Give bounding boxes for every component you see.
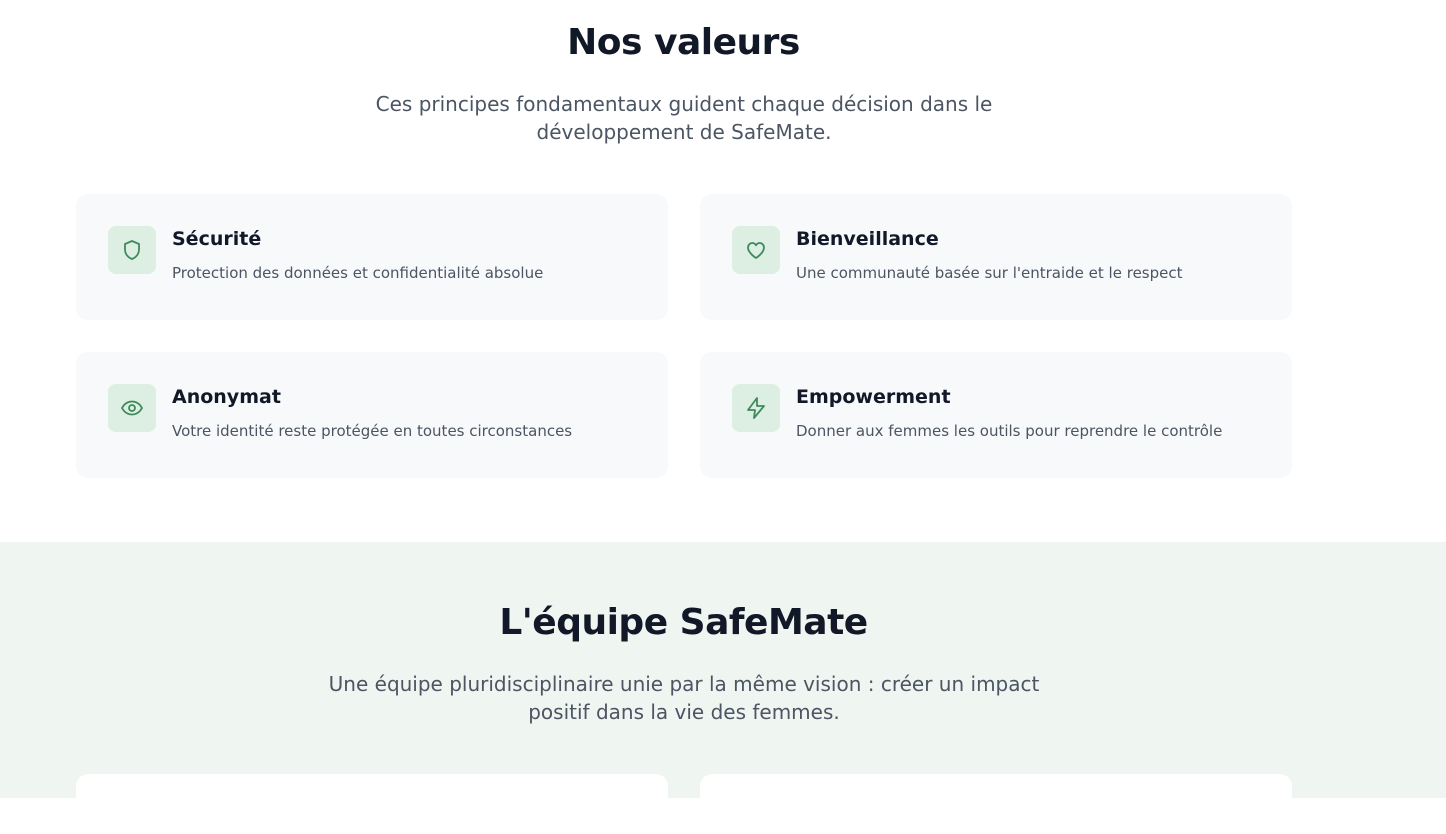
value-card-description: Votre identité reste protégée en toutes … <box>172 422 573 440</box>
value-card-description: Une communauté basée sur l'entraide et l… <box>796 264 1183 282</box>
team-section: L'équipe SafeMate Une équipe pluridiscip… <box>0 542 1446 834</box>
team-member-card <box>76 774 668 834</box>
value-card-bienveillance: Bienveillance Une communauté basée sur l… <box>700 194 1292 320</box>
values-section: Nos valeurs Ces principes fondamentaux g… <box>0 0 1446 542</box>
value-card-anonymat: Anonymat Votre identité reste protégée e… <box>76 352 668 478</box>
lightning-icon <box>732 384 780 432</box>
value-card-description: Donner aux femmes les outils pour repren… <box>796 422 1223 440</box>
value-card-title: Sécurité <box>172 228 262 250</box>
values-title: Nos valeurs <box>567 22 800 63</box>
value-card-title: Bienveillance <box>796 228 939 250</box>
eye-icon <box>108 384 156 432</box>
team-member-card <box>700 774 1292 834</box>
value-card-securite: Sécurité Protection des données et confi… <box>76 194 668 320</box>
value-card-title: Anonymat <box>172 386 281 408</box>
heart-icon <box>732 226 780 274</box>
team-title: L'équipe SafeMate <box>499 602 868 643</box>
shield-icon <box>108 226 156 274</box>
value-card-description: Protection des données et confidentialit… <box>172 264 544 282</box>
values-subtitle: Ces principes fondamentaux guident chaqu… <box>375 92 993 144</box>
value-card-title: Empowerment <box>796 386 951 408</box>
value-card-empowerment: Empowerment Donner aux femmes les outils… <box>700 352 1292 478</box>
team-subtitle: Une équipe pluridisciplinaire unie par l… <box>328 672 1040 724</box>
